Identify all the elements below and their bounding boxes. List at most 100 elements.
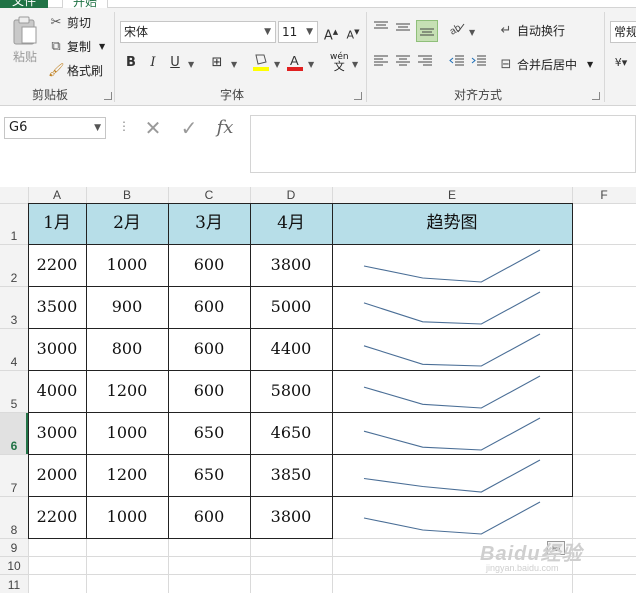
borders-icon[interactable]: ⊞ xyxy=(208,54,226,72)
align-top-icon[interactable] xyxy=(372,20,390,38)
table-cell[interactable]: 3800 xyxy=(250,496,332,538)
tab-home[interactable]: 开始 xyxy=(62,0,108,9)
cancel-icon[interactable]: ✕ xyxy=(140,115,166,141)
clipboard-launcher-icon[interactable] xyxy=(104,92,112,100)
table-cell[interactable]: 4400 xyxy=(250,328,332,370)
font-size-select[interactable]: 11 ▼ xyxy=(278,21,318,43)
decrease-font-icon[interactable]: A▼ xyxy=(344,23,362,42)
table-cell[interactable]: 1200 xyxy=(86,454,168,496)
table-cell[interactable]: 5000 xyxy=(250,286,332,328)
merge-center-button[interactable]: ⊟ 合并后居中 ▼ xyxy=(498,56,594,73)
currency-icon[interactable]: ¥▾ xyxy=(612,54,630,72)
table-cell[interactable]: 1200 xyxy=(86,370,168,412)
chevron-down-icon[interactable]: ▼ xyxy=(352,60,358,69)
row-header-5[interactable]: 5 xyxy=(0,396,28,412)
column-header-e[interactable]: E xyxy=(332,187,572,203)
table-cell[interactable]: 2200 xyxy=(28,244,86,286)
number-format-select[interactable]: 常规 xyxy=(610,21,636,43)
table-cell[interactable]: 4650 xyxy=(250,412,332,454)
table-cell[interactable]: 650 xyxy=(168,454,250,496)
increase-font-icon[interactable]: A▲ xyxy=(322,23,340,43)
table-cell[interactable]: 4000 xyxy=(28,370,86,412)
cut-button[interactable]: ✂ 剪切 xyxy=(48,14,91,31)
enter-icon[interactable]: ✓ xyxy=(176,115,202,141)
chevron-down-icon: ▼ xyxy=(306,27,313,37)
decrease-indent-icon[interactable] xyxy=(448,54,466,72)
underline-button[interactable]: U xyxy=(166,54,184,72)
table-cell[interactable]: 1000 xyxy=(86,496,168,538)
font-color-icon[interactable]: A xyxy=(286,52,304,71)
table-cell[interactable]: 600 xyxy=(168,328,250,370)
table-cell[interactable]: 600 xyxy=(168,244,250,286)
table-cell[interactable]: 3850 xyxy=(250,454,332,496)
fill-color-icon[interactable] xyxy=(252,52,270,71)
table-cell[interactable]: 600 xyxy=(168,496,250,538)
table-cell[interactable]: 3000 xyxy=(28,412,86,454)
align-right-icon[interactable] xyxy=(416,54,434,72)
increase-indent-icon[interactable] xyxy=(470,54,488,72)
row-header-9[interactable]: 9 xyxy=(0,540,28,556)
column-header-f[interactable]: F xyxy=(572,187,636,203)
font-launcher-icon[interactable] xyxy=(354,92,362,100)
column-header-c[interactable]: C xyxy=(168,187,250,203)
row-header-10[interactable]: 10 xyxy=(0,558,28,574)
insert-function-button[interactable]: fx xyxy=(212,115,238,141)
table-header-cell[interactable]: 趋势图 xyxy=(332,203,572,244)
row-header-7[interactable]: 7 xyxy=(0,480,28,496)
align-middle-icon[interactable] xyxy=(394,20,412,38)
row-header-2[interactable]: 2 xyxy=(0,270,28,286)
bold-button[interactable]: B xyxy=(122,54,140,72)
chevron-down-icon: ▼ xyxy=(94,123,101,133)
chevron-down-icon[interactable]: ▼ xyxy=(274,60,280,69)
table-cell[interactable]: 600 xyxy=(168,286,250,328)
table-cell[interactable]: 650 xyxy=(168,412,250,454)
table-header-cell[interactable]: 2月 xyxy=(86,203,168,244)
chevron-down-icon[interactable]: ▼ xyxy=(231,60,237,69)
table-cell[interactable]: 5800 xyxy=(250,370,332,412)
format-painter-button[interactable]: 🖌 格式刷 xyxy=(48,62,103,79)
chevron-down-icon[interactable]: ▼ xyxy=(469,28,475,37)
column-header-d[interactable]: D xyxy=(250,187,332,203)
tab-file[interactable]: 文件 xyxy=(0,0,48,8)
paste-button[interactable]: 粘贴 xyxy=(8,16,42,65)
align-left-icon[interactable] xyxy=(372,54,390,72)
table-cell[interactable]: 900 xyxy=(86,286,168,328)
table-header-cell[interactable]: 1月 xyxy=(28,203,86,244)
table-cell[interactable]: 1000 xyxy=(86,412,168,454)
table-cell[interactable]: 2200 xyxy=(28,496,86,538)
align-center-icon[interactable] xyxy=(394,54,412,72)
copy-button[interactable]: ⧉ 复制 ▼ xyxy=(48,38,105,55)
chevron-down-icon[interactable]: ▼ xyxy=(99,42,105,51)
table-cell[interactable]: 2000 xyxy=(28,454,86,496)
phonetic-guide-button[interactable]: wén 文 xyxy=(330,52,349,72)
font-family-select[interactable]: 宋体 ▼ xyxy=(120,21,276,43)
alignment-launcher-icon[interactable] xyxy=(592,92,600,100)
italic-button[interactable]: I xyxy=(144,54,162,72)
row-header-4[interactable]: 4 xyxy=(0,354,28,370)
row-header-11[interactable]: 11 xyxy=(0,577,28,593)
table-header-cell[interactable]: 3月 xyxy=(168,203,250,244)
row-header-1[interactable]: 1 xyxy=(0,228,28,244)
orientation-icon[interactable]: ab xyxy=(448,20,466,38)
table-cell[interactable]: 800 xyxy=(86,328,168,370)
column-header-a[interactable]: A xyxy=(28,187,86,203)
name-box[interactable]: G6 ▼ xyxy=(4,117,106,139)
table-cell[interactable]: 3500 xyxy=(28,286,86,328)
align-bottom-icon[interactable] xyxy=(416,20,438,42)
chevron-down-icon[interactable]: ▼ xyxy=(188,60,194,69)
column-header-b[interactable]: B xyxy=(86,187,168,203)
worksheet-grid[interactable]: A B C D E F 1 2 3 4 5 6 7 8 9 10 11 1月 2月 3月 4月 趋势图 2200 1000 60… xyxy=(0,187,636,593)
row-header-3[interactable]: 3 xyxy=(0,312,28,328)
wrap-text-button[interactable]: ↵ 自动换行 xyxy=(498,22,565,39)
table-cell[interactable]: 3800 xyxy=(250,244,332,286)
table-cell[interactable]: 600 xyxy=(168,370,250,412)
row-header-8[interactable]: 8 xyxy=(0,522,28,538)
table-cell[interactable]: 3000 xyxy=(28,328,86,370)
row-header-6[interactable]: 6 xyxy=(0,438,28,454)
formula-input[interactable] xyxy=(250,115,636,173)
table-cell[interactable]: 1000 xyxy=(86,244,168,286)
more-icon[interactable]: ⋮ xyxy=(118,119,130,133)
table-header-cell[interactable]: 4月 xyxy=(250,203,332,244)
chevron-down-icon[interactable]: ▼ xyxy=(587,60,593,69)
chevron-down-icon[interactable]: ▼ xyxy=(308,60,314,69)
